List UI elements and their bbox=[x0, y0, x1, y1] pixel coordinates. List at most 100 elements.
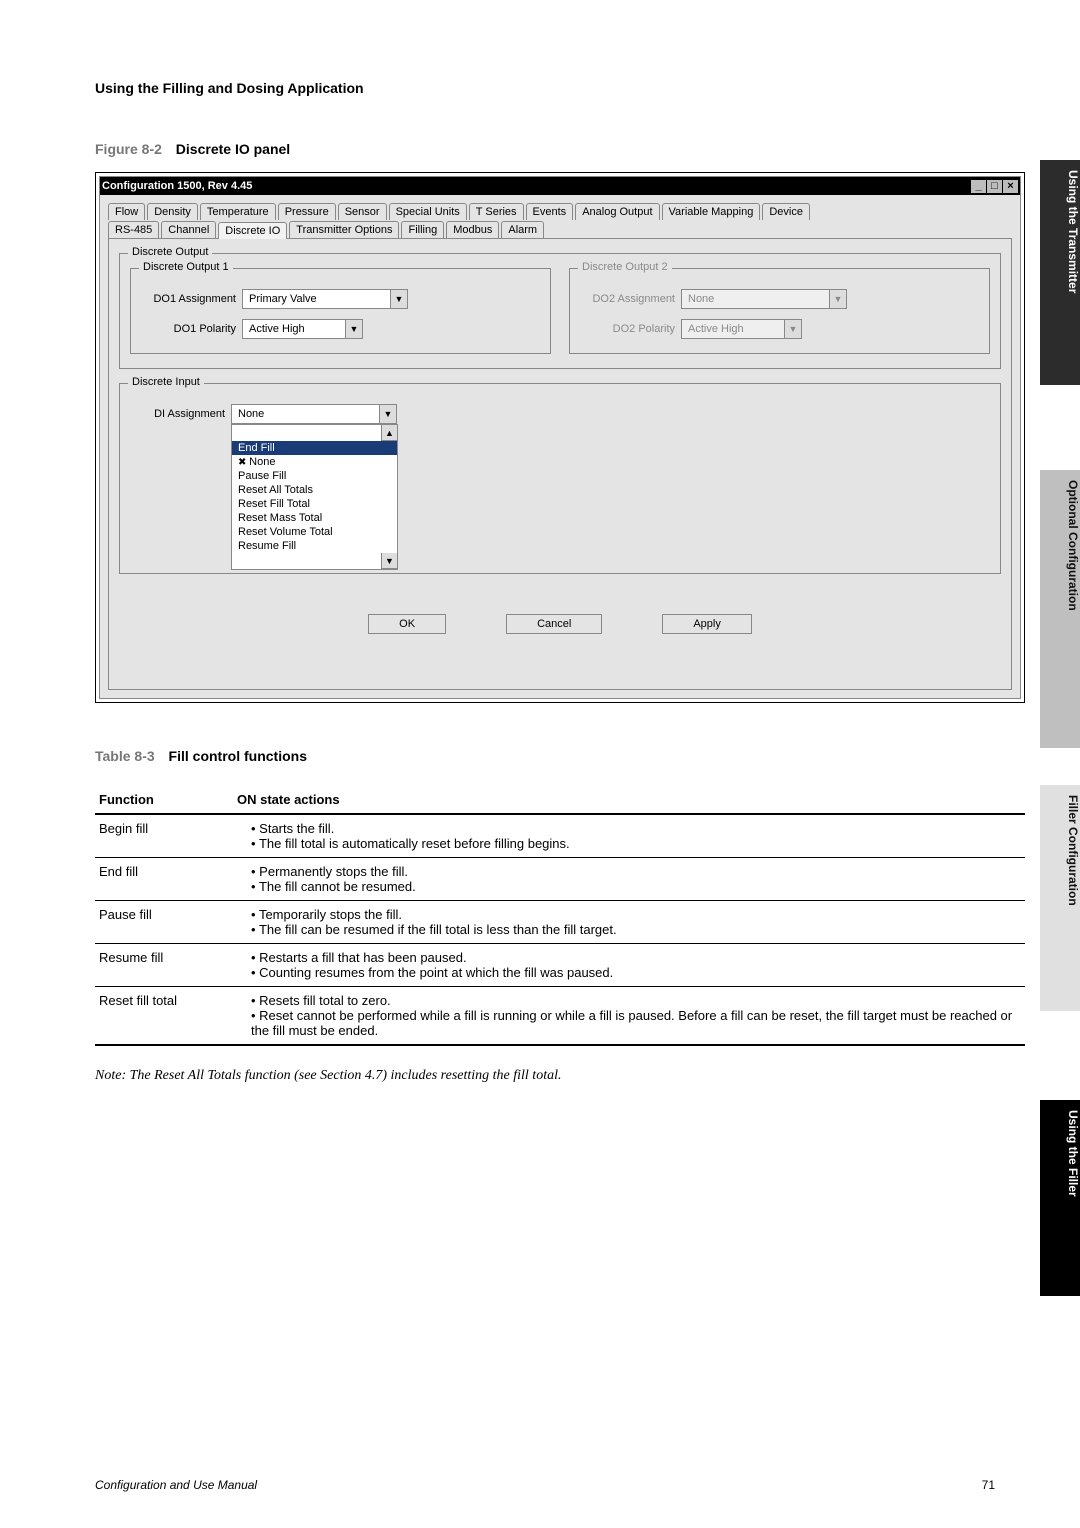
table-row: End fillPermanently stops the fill.The f… bbox=[95, 858, 1025, 901]
di-assign-label: DI Assignment bbox=[130, 408, 225, 420]
cell-actions: Temporarily stops the fill.The fill can … bbox=[233, 901, 1025, 944]
di-option[interactable]: Reset Fill Total bbox=[232, 497, 397, 511]
tab-rs-485[interactable]: RS-485 bbox=[108, 221, 159, 238]
di-option[interactable]: End Fill bbox=[232, 441, 397, 455]
window-titlebar: Configuration 1500, Rev 4.45 _ □ × bbox=[100, 177, 1020, 195]
table-caption: Table 8-3 Fill control functions bbox=[95, 748, 1025, 764]
window-min-button[interactable]: _ bbox=[971, 180, 986, 193]
do1-group: Discrete Output 1 DO1 Assignment Primary… bbox=[130, 268, 551, 354]
window-close-button[interactable]: × bbox=[1003, 180, 1018, 193]
action-item: Reset cannot be performed while a fill i… bbox=[251, 1008, 1021, 1038]
discrete-output-group: Discrete Output Discrete Output 1 DO1 As… bbox=[119, 253, 1001, 369]
tabs-row-1: FlowDensityTemperaturePressureSensorSpec… bbox=[108, 203, 1012, 220]
cell-actions: Permanently stops the fill.The fill cann… bbox=[233, 858, 1025, 901]
table-row: Pause fillTemporarily stops the fill.The… bbox=[95, 901, 1025, 944]
cell-function: Reset fill total bbox=[95, 987, 233, 1046]
tab-analog-output[interactable]: Analog Output bbox=[575, 203, 659, 220]
tab-filling[interactable]: Filling bbox=[401, 221, 444, 238]
discrete-io-panel: Discrete Output Discrete Output 1 DO1 As… bbox=[108, 238, 1012, 690]
apply-button[interactable]: Apply bbox=[662, 614, 752, 634]
group-label: Discrete Output 1 bbox=[139, 261, 233, 273]
tabs-row-2: RS-485ChannelDiscrete IOTransmitter Opti… bbox=[108, 221, 1012, 238]
col-function: Function bbox=[95, 786, 233, 814]
chevron-down-icon: ▼ bbox=[390, 290, 407, 308]
tab-density[interactable]: Density bbox=[147, 203, 198, 220]
ok-button[interactable]: OK bbox=[368, 614, 446, 634]
do2-polarity-label: DO2 Polarity bbox=[580, 323, 675, 335]
figure-title: Discrete IO panel bbox=[176, 141, 290, 157]
tab-t-series[interactable]: T Series bbox=[469, 203, 524, 220]
cell-actions: Starts the fill.The fill total is automa… bbox=[233, 814, 1025, 858]
cell-function: End fill bbox=[95, 858, 233, 901]
cancel-button[interactable]: Cancel bbox=[506, 614, 602, 634]
chevron-down-icon: ▼ bbox=[829, 290, 846, 308]
section-heading: Using the Filling and Dosing Application bbox=[95, 80, 1025, 96]
table-row: Begin fillStarts the fill.The fill total… bbox=[95, 814, 1025, 858]
cell-function: Pause fill bbox=[95, 901, 233, 944]
page-number: 71 bbox=[982, 1478, 995, 1492]
tab-sensor[interactable]: Sensor bbox=[338, 203, 387, 220]
tab-events[interactable]: Events bbox=[526, 203, 574, 220]
do1-assign-value: Primary Valve bbox=[243, 293, 390, 305]
screenshot-frame: Configuration 1500, Rev 4.45 _ □ × FlowD… bbox=[95, 172, 1025, 703]
di-option[interactable]: Pause Fill bbox=[232, 469, 397, 483]
action-item: Starts the fill. bbox=[251, 821, 1021, 836]
scroll-down-icon[interactable]: ▼ bbox=[381, 553, 397, 569]
group-label: Discrete Output 2 bbox=[578, 261, 672, 273]
do2-polarity-value: Active High bbox=[682, 323, 784, 335]
do2-assign-value: None bbox=[682, 293, 829, 305]
di-option[interactable]: Resume Fill bbox=[232, 539, 397, 553]
side-tab: Filler Configuration bbox=[1040, 785, 1080, 1011]
action-item: Permanently stops the fill. bbox=[251, 864, 1021, 879]
side-tab-label: Using the Filler bbox=[1040, 1110, 1080, 1197]
do1-polarity-select[interactable]: Active High ▼ bbox=[242, 319, 363, 339]
tab-alarm[interactable]: Alarm bbox=[501, 221, 544, 238]
table-row: Reset fill totalResets fill total to zer… bbox=[95, 987, 1025, 1046]
chevron-down-icon: ▼ bbox=[379, 405, 396, 423]
tab-transmitter-options[interactable]: Transmitter Options bbox=[289, 221, 399, 238]
action-item: Temporarily stops the fill. bbox=[251, 907, 1021, 922]
window-max-button[interactable]: □ bbox=[987, 180, 1002, 193]
side-tab-label: Using the Transmitter bbox=[1040, 170, 1080, 293]
app-window: Configuration 1500, Rev 4.45 _ □ × FlowD… bbox=[99, 176, 1021, 699]
action-item: Resets fill total to zero. bbox=[251, 993, 1021, 1008]
table-row: Resume fillRestarts a fill that has been… bbox=[95, 944, 1025, 987]
di-option[interactable]: Reset Volume Total bbox=[232, 525, 397, 539]
discrete-input-group: Discrete Input DI Assignment None ▼ ▲ En… bbox=[119, 383, 1001, 574]
di-assign-select[interactable]: None ▼ bbox=[231, 404, 397, 424]
tab-special-units[interactable]: Special Units bbox=[389, 203, 467, 220]
cell-function: Begin fill bbox=[95, 814, 233, 858]
window-title: Configuration 1500, Rev 4.45 bbox=[102, 180, 252, 192]
action-item: Restarts a fill that has been paused. bbox=[251, 950, 1021, 965]
do1-assign-select[interactable]: Primary Valve ▼ bbox=[242, 289, 408, 309]
side-tab-label: Filler Configuration bbox=[1040, 795, 1080, 906]
di-option[interactable]: None bbox=[232, 455, 397, 469]
side-tab-label: Optional Configuration bbox=[1040, 480, 1080, 611]
side-tab: Optional Configuration bbox=[1040, 470, 1080, 748]
tab-device[interactable]: Device bbox=[762, 203, 810, 220]
col-actions: ON state actions bbox=[233, 786, 1025, 814]
figure-caption: Figure 8-2 Discrete IO panel bbox=[95, 141, 1025, 157]
side-tab: Using the Filler bbox=[1040, 1100, 1080, 1296]
tab-modbus[interactable]: Modbus bbox=[446, 221, 499, 238]
do2-group: Discrete Output 2 DO2 Assignment None ▼ bbox=[569, 268, 990, 354]
di-option[interactable]: Reset Mass Total bbox=[232, 511, 397, 525]
do1-polarity-value: Active High bbox=[243, 323, 345, 335]
action-item: Counting resumes from the point at which… bbox=[251, 965, 1021, 980]
tab-pressure[interactable]: Pressure bbox=[278, 203, 336, 220]
scroll-up-icon[interactable]: ▲ bbox=[381, 425, 397, 441]
fill-control-functions-table: Function ON state actions Begin fillStar… bbox=[95, 786, 1025, 1046]
tab-discrete-io[interactable]: Discrete IO bbox=[218, 222, 287, 239]
tab-channel[interactable]: Channel bbox=[161, 221, 216, 238]
tab-temperature[interactable]: Temperature bbox=[200, 203, 276, 220]
di-assign-dropdown[interactable]: ▲ End FillNonePause FillReset All Totals… bbox=[231, 424, 398, 570]
do2-polarity-select: Active High ▼ bbox=[681, 319, 802, 339]
do1-assign-label: DO1 Assignment bbox=[141, 293, 236, 305]
tab-variable-mapping[interactable]: Variable Mapping bbox=[662, 203, 761, 220]
di-option[interactable]: Reset All Totals bbox=[232, 483, 397, 497]
cell-actions: Restarts a fill that has been paused.Cou… bbox=[233, 944, 1025, 987]
cell-actions: Resets fill total to zero.Reset cannot b… bbox=[233, 987, 1025, 1046]
tab-flow[interactable]: Flow bbox=[108, 203, 145, 220]
cell-function: Resume fill bbox=[95, 944, 233, 987]
action-item: The fill cannot be resumed. bbox=[251, 879, 1021, 894]
